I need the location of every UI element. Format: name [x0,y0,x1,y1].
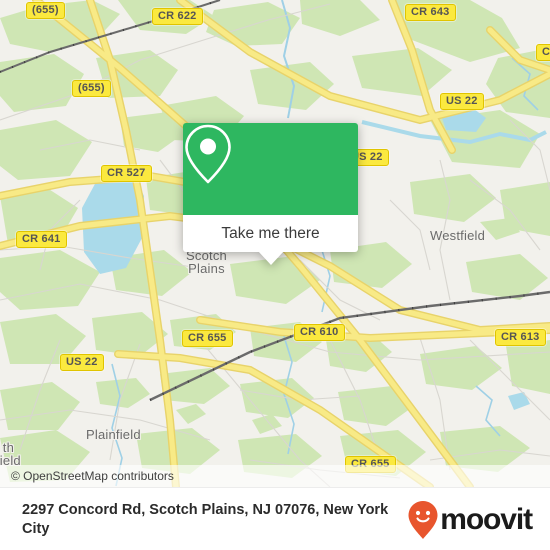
moovit-pin-smiley-icon [408,500,438,539]
shield-cr-643[interactable]: CR 643 [405,4,456,21]
shield-cr-clipped-east[interactable]: CR [536,44,550,61]
shield-cr-613[interactable]: CR 613 [495,329,546,346]
address-text: 2297 Concord Rd, Scotch Plains, NJ 07076… [22,501,389,537]
shield-cr-527[interactable]: CR 527 [101,165,152,182]
place-label-plainfield: Plainfield [86,427,141,442]
map-canvas[interactable]: Westfield Scotch Plains Plainfield th fi… [0,0,550,487]
map-attribution-bar: © OpenStreetMap contributors [0,465,550,487]
take-me-there-label: Take me there [221,224,320,242]
location-callout-card[interactable]: Take me there [183,123,358,265]
shield-cr-622[interactable]: CR 622 [152,8,203,25]
footer-bar: 2297 Concord Rd, Scotch Plains, NJ 07076… [0,487,550,550]
moovit-logo[interactable]: moovit [407,500,550,540]
place-label-south-plainfield: th field [0,441,21,467]
shield-us-22-ne[interactable]: US 22 [440,93,484,110]
shield-us-22-sw[interactable]: US 22 [60,354,104,371]
map-pin-icon [185,124,231,184]
callout-tail [257,251,284,265]
place-label-line: Plains [188,261,225,276]
map-screenshot: Westfield Scotch Plains Plainfield th fi… [0,0,550,550]
shield-cr-641[interactable]: CR 641 [16,231,67,248]
shield-cr-610[interactable]: CR 610 [294,324,345,341]
place-label-scotch-plains: Scotch Plains [186,249,227,275]
callout-pin-panel [183,123,358,215]
shield-655-w[interactable]: (655) [72,80,111,97]
shield-655-nw[interactable]: (655) [26,2,65,19]
shield-cr-655-mid[interactable]: CR 655 [182,330,233,347]
take-me-there-button[interactable]: Take me there [183,215,358,252]
moovit-wordmark: moovit [440,502,533,536]
openstreetmap-attribution[interactable]: © OpenStreetMap contributors [0,469,174,483]
place-label-westfield: Westfield [430,228,486,243]
